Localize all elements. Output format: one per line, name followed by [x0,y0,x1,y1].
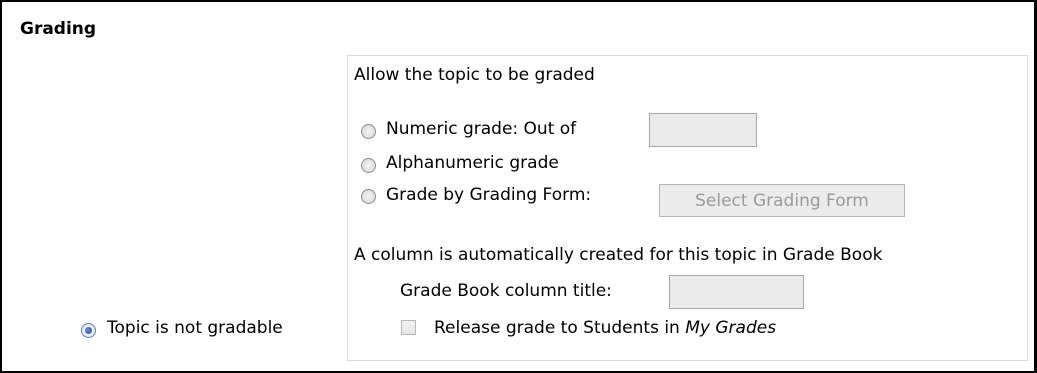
alphanumeric-grade-radio[interactable] [361,158,376,173]
numeric-out-of-input[interactable] [649,113,757,147]
not-gradable-radio[interactable] [81,323,96,338]
release-grade-label: Release grade to Students in My Grades [434,318,776,338]
column-title-label: Grade Book column title: [400,281,612,301]
select-grading-form-button[interactable]: Select Grading Form [659,184,905,217]
numeric-grade-label: Numeric grade: Out of [386,119,577,139]
column-title-input[interactable] [669,275,804,309]
release-grade-checkbox[interactable] [401,320,416,335]
section-title: Grading [20,19,97,39]
allow-graded-heading: Allow the topic to be graded [354,65,595,85]
grading-form-radio[interactable] [361,189,376,204]
gradebook-note: A column is automatically created for th… [354,245,883,265]
my-grades-emphasis: My Grades [685,318,777,338]
not-gradable-label: Topic is not gradable [107,318,283,338]
grading-section: Grading Topic is not gradable Allow the … [0,0,1037,373]
alphanumeric-grade-label: Alphanumeric grade [386,153,559,173]
numeric-grade-radio[interactable] [361,124,376,139]
grading-form-label: Grade by Grading Form: [386,185,592,205]
release-grade-label-text: Release grade to Students in [434,318,686,338]
